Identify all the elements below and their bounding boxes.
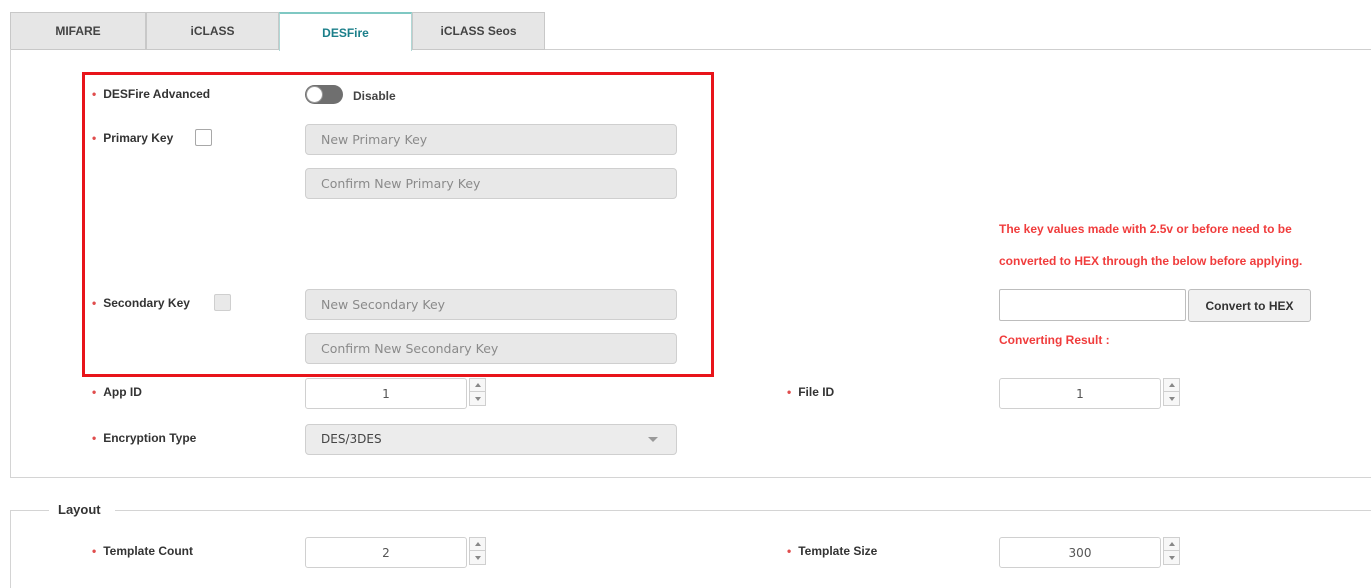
new-secondary-key-field[interactable]	[305, 289, 677, 320]
arrow-up-icon	[1168, 383, 1175, 387]
arrow-down-icon	[474, 396, 481, 401]
tab-label: DESFire	[322, 25, 369, 40]
decrement-button[interactable]	[1164, 551, 1179, 564]
tab-desfire[interactable]: DESFire	[279, 12, 412, 51]
template-count-input[interactable]	[305, 537, 467, 568]
section-border	[10, 510, 11, 588]
increment-button[interactable]	[1164, 379, 1179, 392]
template-size-label: • Template Size	[787, 544, 877, 558]
arrow-down-icon	[474, 555, 481, 560]
file-id-input[interactable]	[999, 378, 1161, 409]
increment-button[interactable]	[470, 538, 485, 551]
tab-iclass[interactable]: iCLASS	[146, 12, 279, 50]
hex-source-input[interactable]	[999, 289, 1186, 321]
hex-warning-line2: converted to HEX through the below befor…	[999, 254, 1303, 268]
required-dot: •	[787, 544, 792, 558]
primary-key-label: • Primary Key	[92, 131, 173, 145]
arrow-up-icon	[474, 542, 481, 546]
template-count-label: • Template Count	[92, 544, 193, 558]
app-id-label: • App ID	[92, 385, 142, 399]
label-text: DESFire Advanced	[103, 87, 211, 101]
label-text: Primary Key	[103, 131, 174, 145]
required-dot: •	[92, 431, 97, 445]
convert-to-hex-button[interactable]: Convert to HEX	[1188, 289, 1311, 322]
label-text: Encryption Type	[103, 431, 197, 445]
required-dot: •	[92, 131, 97, 145]
section-border	[10, 510, 49, 511]
label-text: App ID	[103, 385, 142, 399]
hex-warning-line1: The key values made with 2.5v or before …	[999, 222, 1292, 236]
template-count-spin-buttons	[469, 537, 486, 565]
decrement-button[interactable]	[1164, 392, 1179, 405]
section-border	[115, 510, 1371, 511]
increment-button[interactable]	[1164, 538, 1179, 551]
required-dot: •	[92, 296, 97, 310]
encryption-type-label: • Encryption Type	[92, 431, 196, 445]
toggle-knob	[306, 86, 323, 103]
template-size-stepper	[999, 537, 1184, 568]
required-dot: •	[92, 544, 97, 558]
desfire-advanced-label: • DESFire Advanced	[92, 87, 210, 101]
arrow-down-icon	[1168, 396, 1175, 401]
card-type-tabs: MIFARE iCLASS DESFire iCLASS Seos	[10, 12, 1371, 51]
secondary-key-label: • Secondary Key	[92, 296, 190, 310]
tab-label: iCLASS	[190, 24, 235, 38]
decrement-button[interactable]	[470, 551, 485, 564]
tab-label: MIFARE	[55, 24, 101, 38]
toggle-state-text: Disable	[353, 89, 396, 103]
decrement-button[interactable]	[470, 392, 485, 405]
label-text: Secondary Key	[103, 296, 190, 310]
required-dot: •	[787, 385, 792, 399]
label-text: File ID	[798, 385, 835, 399]
layout-section-title: Layout	[58, 502, 101, 517]
secondary-key-checkbox[interactable]	[214, 294, 231, 311]
template-count-stepper	[305, 537, 490, 568]
encryption-type-select[interactable]: DES/3DES	[305, 424, 677, 455]
template-size-spin-buttons	[1163, 537, 1180, 565]
tab-label: iCLASS Seos	[440, 24, 517, 38]
label-text: Template Size	[798, 544, 878, 558]
app-id-stepper	[305, 378, 490, 409]
chevron-down-icon	[648, 437, 658, 442]
converting-result-label: Converting Result :	[999, 333, 1110, 347]
primary-key-checkbox[interactable]	[195, 129, 212, 146]
confirm-primary-key-field[interactable]	[305, 168, 677, 199]
file-id-spin-buttons	[1163, 378, 1180, 406]
template-size-input[interactable]	[999, 537, 1161, 568]
app-id-input[interactable]	[305, 378, 467, 409]
new-primary-key-field[interactable]	[305, 124, 677, 155]
label-text: Template Count	[103, 544, 193, 558]
tab-iclass-seos[interactable]: iCLASS Seos	[412, 12, 545, 50]
app-id-spin-buttons	[469, 378, 486, 406]
arrow-up-icon	[1168, 542, 1175, 546]
file-id-label: • File ID	[787, 385, 834, 399]
select-value: DES/3DES	[321, 432, 382, 446]
arrow-up-icon	[474, 383, 481, 387]
desfire-advanced-toggle[interactable]	[305, 85, 343, 104]
tab-mifare[interactable]: MIFARE	[10, 12, 146, 50]
required-dot: •	[92, 87, 97, 101]
arrow-down-icon	[1168, 555, 1175, 560]
confirm-secondary-key-field[interactable]	[305, 333, 677, 364]
file-id-stepper	[999, 378, 1184, 409]
increment-button[interactable]	[470, 379, 485, 392]
required-dot: •	[92, 385, 97, 399]
